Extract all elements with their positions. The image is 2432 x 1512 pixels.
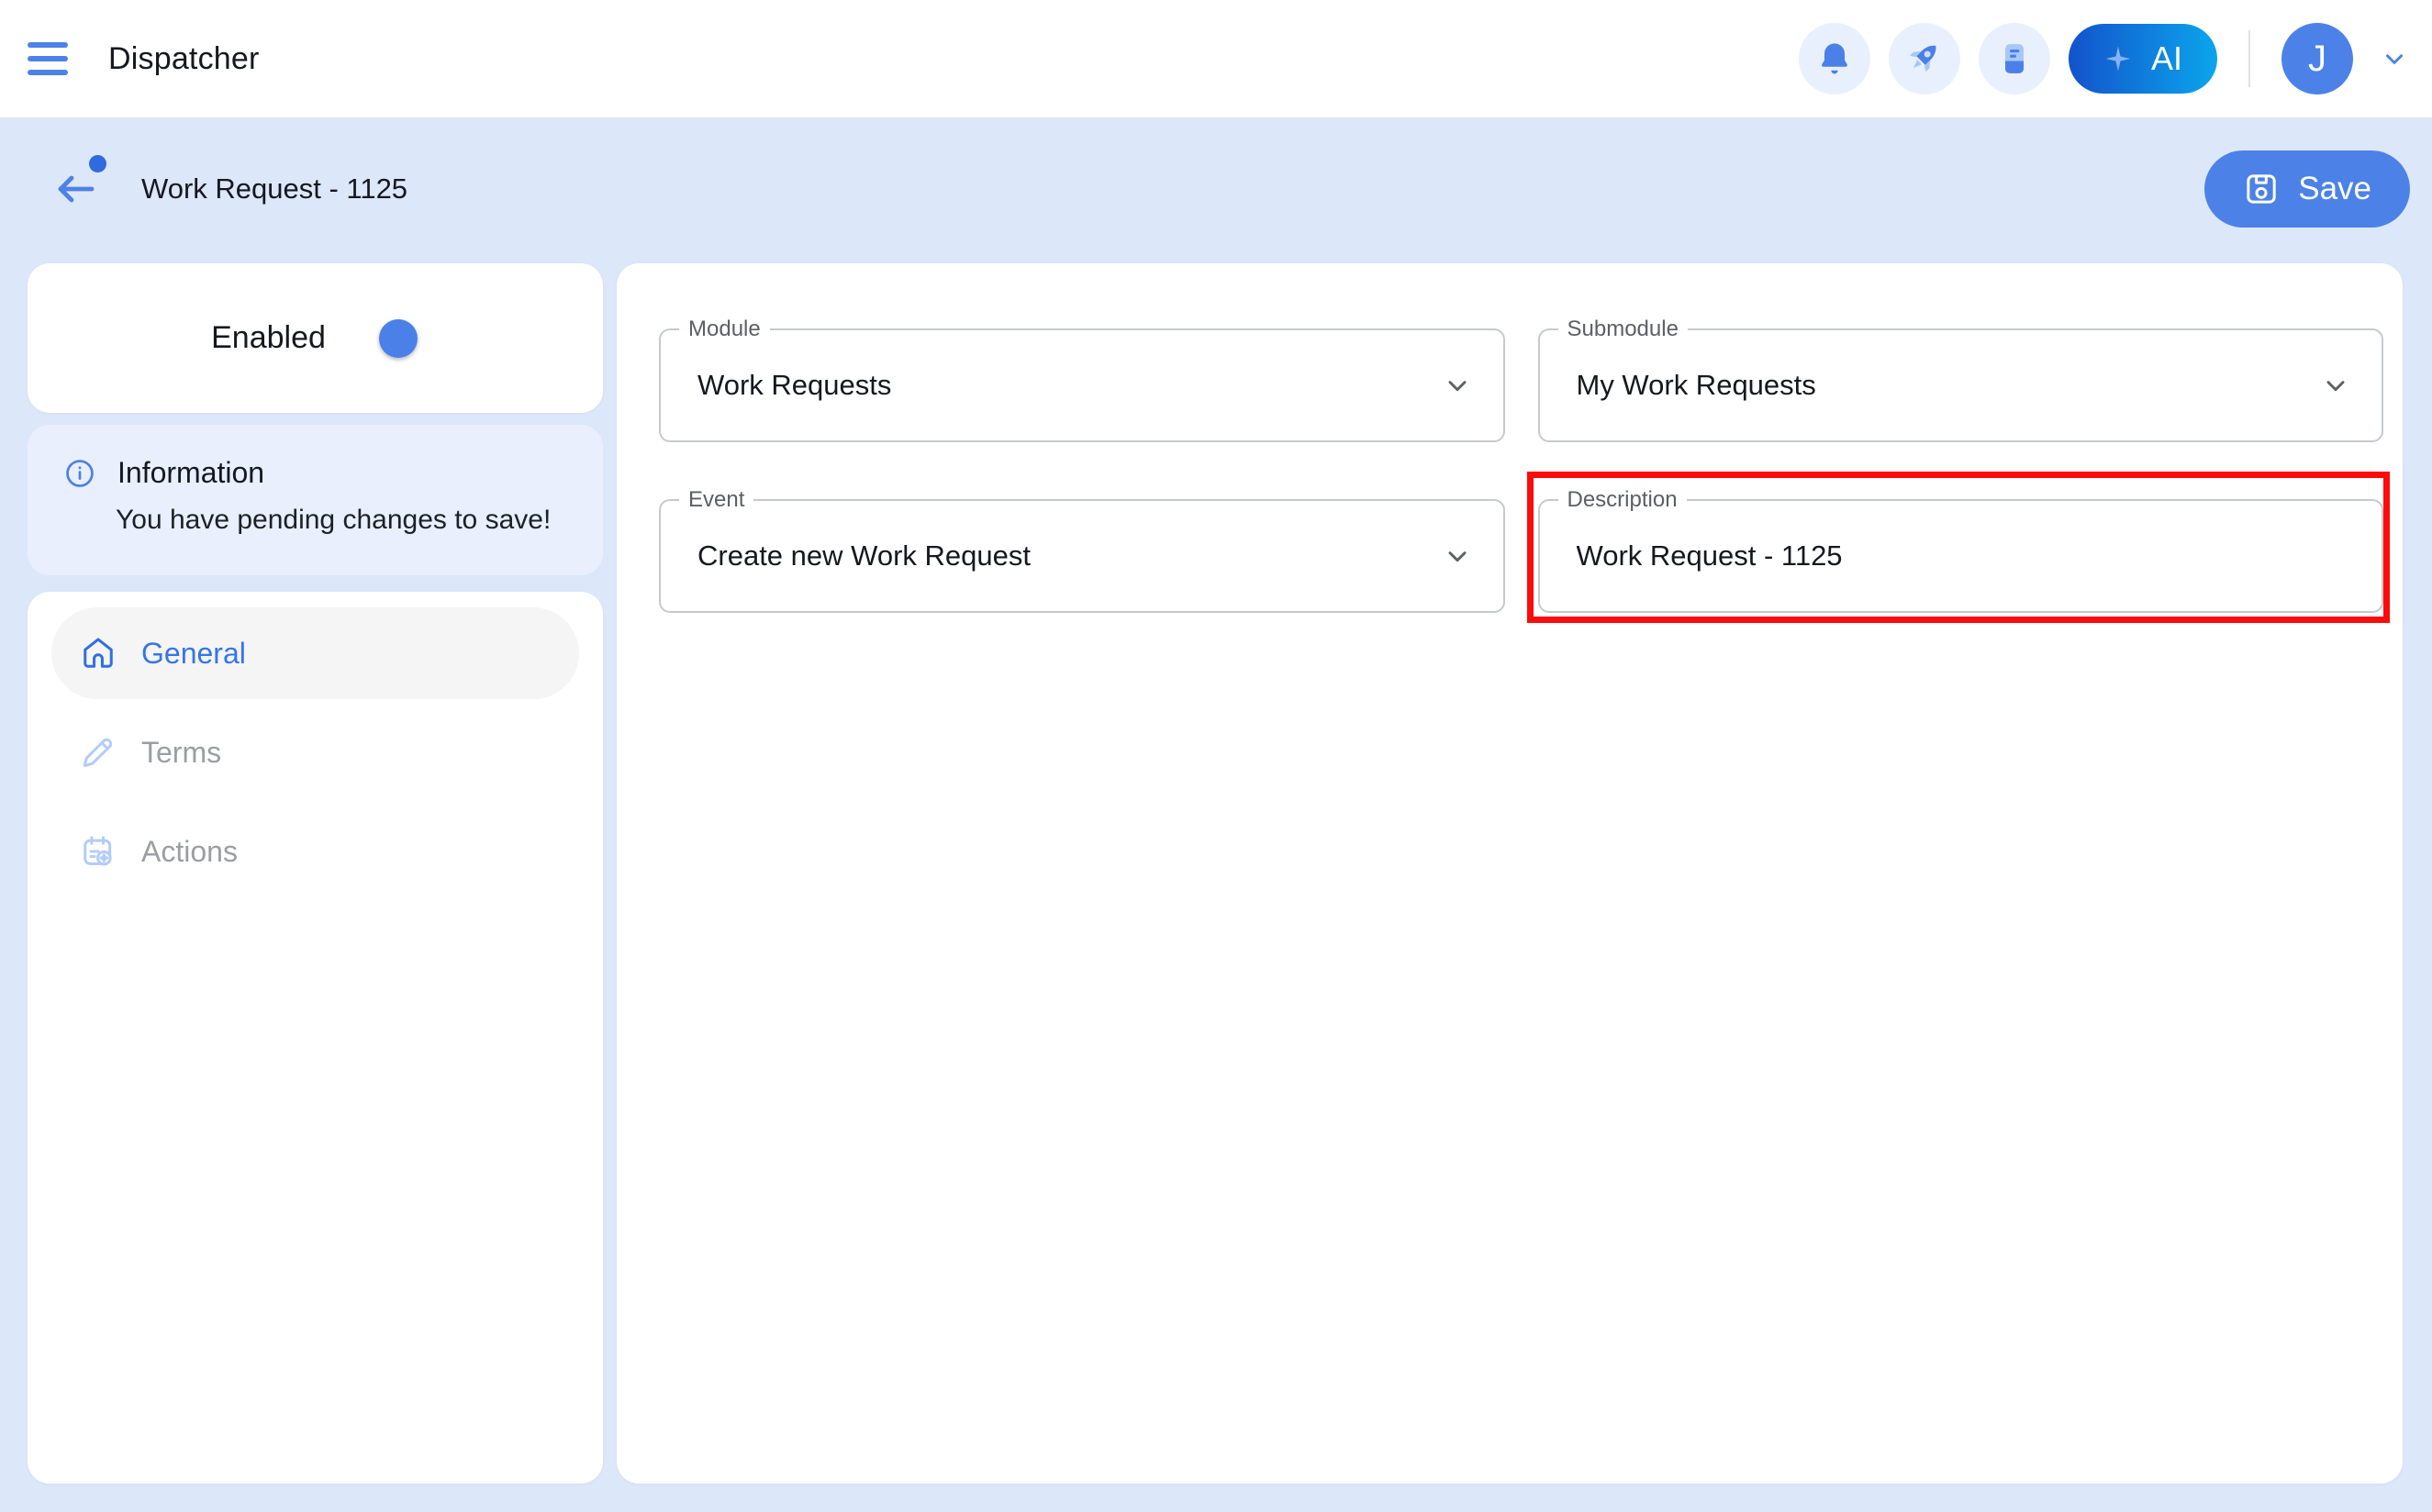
submodule-select[interactable]: Submodule My Work Requests [1538,328,2384,442]
avatar-initial: J [2308,39,2326,80]
journal-icon [1996,40,2033,77]
topbar: Dispatcher [0,0,2432,117]
main-panel: Module Work Requests Submodule My Work R… [617,263,2403,1484]
submodule-value: My Work Requests [1577,369,1816,402]
sparkle-icon [2103,44,2133,73]
content: Enabled Information You have pending cha… [0,233,2432,1512]
sidebar-item-terms[interactable]: Terms [51,706,579,798]
home-icon [81,636,116,671]
event-select[interactable]: Event Create new Work Request [659,499,1505,613]
event-value: Create new Work Request [697,539,1031,573]
module-label: Module [679,316,770,343]
info-message: You have pending changes to save! [116,505,566,536]
module-select[interactable]: Module Work Requests [659,328,1505,442]
page-title: Work Request - 1125 [141,172,407,206]
pencil-icon [81,735,116,770]
app-title: Dispatcher [108,41,260,77]
sidebar-item-label: Terms [141,736,221,770]
form-grid: Module Work Requests Submodule My Work R… [659,328,2383,613]
info-title: Information [117,456,264,490]
topbar-actions: AI J [1799,23,2408,94]
avatar[interactable]: J [2281,23,2353,94]
notifications-button[interactable] [1799,23,1870,94]
submodule-label: Submodule [1558,316,1688,343]
description-field[interactable]: Description [1538,499,2384,613]
launch-button[interactable] [1889,23,1960,94]
back-button[interactable] [53,168,101,210]
enabled-label: Enabled [211,320,326,356]
save-button-label: Save [2298,171,2371,207]
topbar-divider [2248,30,2250,87]
chevron-down-icon[interactable] [1443,541,1472,575]
unsaved-dot-badge [89,155,106,172]
sidebar-nav: General Terms [28,592,603,1484]
info-card: Information You have pending changes to … [28,425,603,575]
ai-button-label: AI [2151,39,2182,78]
save-icon [2243,171,2280,207]
docs-button[interactable] [1979,23,2050,94]
ai-button[interactable]: AI [2069,24,2217,94]
sidebar-item-general[interactable]: General [51,607,579,699]
sidebar-item-actions[interactable]: Actions [51,806,579,897]
sidebar-item-label: Actions [141,835,238,869]
chevron-down-icon[interactable] [1443,371,1472,405]
bell-icon [1815,39,1854,78]
account-chevron-down-icon[interactable] [2381,45,2408,72]
enabled-toggle[interactable] [350,325,405,352]
rocket-icon [1904,39,1945,79]
calendar-plus-icon [81,834,116,869]
event-label: Event [679,486,753,514]
description-input[interactable] [1577,539,2346,573]
chevron-down-icon[interactable] [2321,371,2350,405]
sidebar-item-label: General [141,637,246,671]
module-value: Work Requests [697,369,891,402]
toggle-thumb [379,319,418,358]
enabled-card: Enabled [28,263,603,413]
sidebar: Enabled Information You have pending cha… [28,263,603,1484]
menu-icon[interactable] [28,29,86,88]
save-button[interactable]: Save [2204,150,2410,228]
info-icon [64,458,95,489]
page-header: Work Request - 1125 Save [0,117,2432,233]
description-label: Description [1558,486,1687,514]
